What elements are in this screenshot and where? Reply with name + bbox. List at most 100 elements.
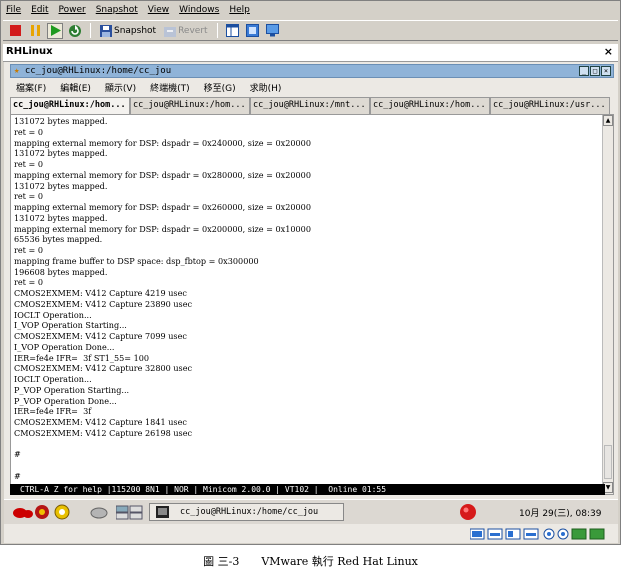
clock[interactable]: 10月 29(三), 08:39	[519, 506, 601, 519]
figure-caption: 圖 三-3 VMware 執行 Red Hat Linux	[203, 555, 418, 568]
terminal-line: I_VOP Operation Done...	[14, 341, 115, 352]
floppy-icon	[100, 24, 112, 37]
reset-button[interactable]	[67, 23, 83, 39]
vm-tab-rhlinux[interactable]: RHLinux	[6, 46, 53, 57]
pause-icon	[30, 25, 40, 36]
terminal-menubar: 檔案(F) 編輯(E) 顯示(V) 終端機(T) 移至(G) 求助(H)	[10, 79, 614, 95]
terminal-line: IOCLT Operation...	[14, 309, 92, 320]
toolbar-separator	[90, 23, 91, 38]
terminal-line: ret = 0	[14, 159, 43, 169]
reset-icon	[69, 24, 81, 37]
menu-view[interactable]: View	[148, 5, 169, 15]
terminal-icon	[156, 506, 169, 518]
terminal-line: #	[14, 449, 21, 460]
terminal-title: cc_jou@RHLinux:/home/cc_jou	[24, 66, 172, 76]
star-icon: ★	[14, 66, 20, 76]
menu-windows[interactable]: Windows	[179, 5, 219, 15]
mouse-icon[interactable]	[89, 504, 109, 520]
power-on-button[interactable]	[47, 22, 63, 39]
terminal-menu-edit[interactable]: 編輯(E)	[60, 81, 91, 94]
terminal-menu-terminal[interactable]: 終端機(T)	[150, 81, 190, 94]
device-status-icons[interactable]	[470, 528, 610, 540]
terminal-line: CMOS2EXMEM: V412 Capture 32800 usec	[14, 363, 193, 374]
terminal-tab-2[interactable]: cc_jou@RHLinux:/hom...	[130, 97, 250, 114]
terminal-tab-5[interactable]: cc_jou@RHLinux:/usr...	[490, 97, 610, 114]
minicom-status-line: CTRL-A Z for help |115200 8N1 | NOR | Mi…	[10, 484, 605, 495]
terminal-output[interactable]: 131072 bytes mapped. ret = 0 mapping exter…	[10, 114, 614, 495]
workspace-switcher-icon[interactable]	[116, 504, 144, 520]
minimize-icon[interactable]: _	[579, 66, 589, 76]
toolbar-separator	[216, 23, 218, 38]
terminal-line: mapping frame buffer to DSP space: dsp_f…	[14, 255, 259, 266]
terminal-line: P_VOP Operation Starting...	[14, 384, 130, 395]
scroll-up-icon[interactable]: ▲	[603, 115, 613, 126]
stop-icon	[9, 25, 21, 36]
red-app-icon[interactable]	[34, 504, 50, 520]
terminal-line: mapping external memory for DSP: dspadr …	[14, 169, 311, 180]
scrollbar-thumb[interactable]	[604, 445, 612, 479]
window-controls: _ □ ×	[579, 66, 611, 76]
terminal-line: IER=fe4e IFR= 3f	[14, 406, 92, 417]
full-screen-button[interactable]	[245, 23, 261, 39]
quick-switch-button[interactable]	[225, 23, 241, 39]
revert-label: Revert	[178, 25, 208, 36]
vmware-window: File Edit Power Snapshot View Windows He…	[0, 0, 621, 545]
suspend-button[interactable]	[27, 23, 43, 39]
terminal-tab-1[interactable]: cc_jou@RHLinux:/hom...	[10, 97, 130, 114]
terminal-line: CMOS2EXMEM: V412 Capture 23890 usec	[14, 298, 193, 309]
full-screen-icon	[246, 24, 260, 37]
terminal-line: 65536 bytes mapped.	[14, 234, 103, 245]
terminal-line: 131072 bytes mapped.	[14, 180, 108, 191]
maximize-icon[interactable]: □	[590, 66, 600, 76]
terminal-line: 196608 bytes mapped.	[14, 266, 108, 277]
revert-icon	[164, 26, 177, 37]
play-icon	[50, 25, 61, 36]
terminal-menu-help[interactable]: 求助(H)	[250, 81, 282, 94]
terminal-line: IER=fe4e IFR= 3f ST1_55= 100	[14, 352, 150, 363]
close-icon[interactable]: ×	[604, 45, 613, 58]
redhat-menu-icon[interactable]	[12, 504, 34, 520]
terminal-lines: 131072 bytes mapped. ret = 0 mapping exter…	[14, 116, 599, 482]
vmware-menubar: File Edit Power Snapshot View Windows He…	[3, 1, 618, 18]
menu-power[interactable]: Power	[59, 5, 86, 15]
terminal-line: ret = 0	[14, 277, 43, 288]
snapshot-label: Snapshot	[114, 25, 157, 36]
terminal-line: I_VOP Operation Starting...	[14, 320, 127, 331]
guest-taskbar: cc_jou@RHLinux:/home/cc_jou 10月 29(三), 0…	[4, 499, 618, 524]
monitor-icon	[266, 24, 280, 37]
vmware-toolbar: Snapshot Revert	[3, 20, 618, 41]
unity-button[interactable]	[265, 23, 281, 39]
taskbar-window-button[interactable]: cc_jou@RHLinux:/home/cc_jou	[149, 503, 344, 521]
terminal-line: CMOS2EXMEM: V412 Capture 1841 usec	[14, 417, 187, 427]
terminal-tab-4[interactable]: cc_jou@RHLinux:/hom...	[370, 97, 490, 114]
terminal-line: 131072 bytes mapped.	[14, 212, 108, 223]
terminal-line: CMOS2EXMEM: V412 Capture 26198 usec	[14, 427, 193, 438]
power-off-button[interactable]	[7, 23, 23, 39]
close-window-icon[interactable]: ×	[601, 66, 611, 76]
menu-snapshot[interactable]: Snapshot	[96, 5, 138, 15]
terminal-titlebar[interactable]: ★ cc_jou@RHLinux:/home/cc_jou _ □ ×	[10, 64, 614, 78]
revert-button[interactable]: Revert	[162, 25, 209, 37]
browser-icon[interactable]	[54, 504, 70, 520]
terminal-line: ret = 0	[14, 245, 43, 255]
update-alert-icon[interactable]	[459, 504, 477, 520]
menu-edit[interactable]: Edit	[31, 5, 48, 15]
snapshot-button[interactable]: Snapshot	[98, 24, 158, 37]
vm-tab-bar: RHLinux ×	[3, 44, 618, 62]
terminal-tab-3[interactable]: cc_jou@RHLinux:/mnt...	[250, 97, 370, 114]
menu-help[interactable]: Help	[229, 5, 250, 15]
terminal-line: ret = 0	[14, 191, 43, 202]
terminal-line: CMOS2EXMEM: V412 Capture 4219 usec	[14, 288, 187, 298]
vmware-device-tray	[4, 526, 618, 542]
terminal-menu-view[interactable]: 顯示(V)	[105, 81, 136, 94]
terminal-tabs: cc_jou@RHLinux:/hom... cc_jou@RHLinux:/h…	[10, 97, 614, 114]
terminal-menu-go[interactable]: 移至(G)	[204, 81, 236, 94]
terminal-line: 131072 bytes mapped.	[14, 116, 108, 126]
menu-file[interactable]: File	[6, 5, 21, 15]
terminal-menu-file[interactable]: 檔案(F)	[16, 81, 46, 94]
taskbar-window-label: cc_jou@RHLinux:/home/cc_jou	[180, 507, 319, 517]
terminal-line: mapping external memory for DSP: dspadr …	[14, 223, 311, 234]
terminal-scrollbar[interactable]: ▲ ▼	[602, 115, 613, 494]
